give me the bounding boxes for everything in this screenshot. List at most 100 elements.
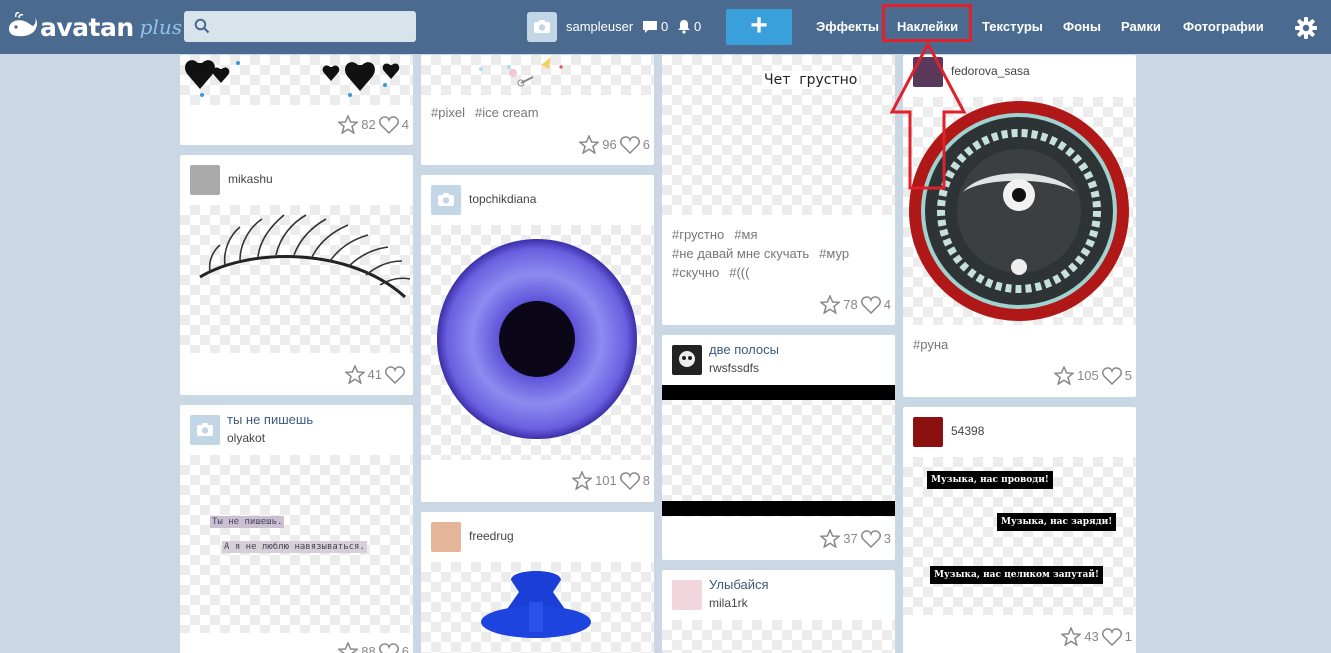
tag[interactable]: #скучно bbox=[672, 265, 719, 280]
star-icon[interactable] bbox=[344, 365, 365, 384]
card-stats: 105 5 bbox=[1054, 366, 1132, 385]
like-count: 3 bbox=[883, 531, 891, 546]
card-username[interactable]: mikashu bbox=[228, 172, 273, 186]
blue-iris-sticker bbox=[437, 239, 637, 439]
heart-icon[interactable] bbox=[378, 115, 399, 134]
like-count: 4 bbox=[401, 117, 409, 132]
card-stats: 78 4 bbox=[820, 295, 891, 314]
star-icon[interactable] bbox=[1061, 627, 1082, 646]
sticker-card[interactable]: topchikdiana 101 8 bbox=[421, 175, 654, 502]
star-icon[interactable] bbox=[820, 529, 841, 548]
tag[interactable]: #грустно bbox=[672, 227, 724, 242]
notifications-button[interactable]: 0 bbox=[677, 19, 701, 34]
sticker-card[interactable]: две полосы rwsfssdfs 37 3 bbox=[662, 335, 895, 560]
nav-backgrounds[interactable]: Фоны bbox=[1063, 0, 1101, 54]
black-hearts-sticker bbox=[185, 60, 400, 97]
sticker-card[interactable]: 54398 Музыка, нас проводи! Музыка, нас з… bbox=[903, 407, 1136, 653]
sticker-image[interactable] bbox=[180, 205, 413, 353]
card-title[interactable]: ты не пишешь bbox=[227, 412, 313, 427]
sticker-image[interactable] bbox=[421, 55, 654, 95]
star-icon[interactable] bbox=[820, 295, 841, 314]
sticker-card[interactable]: #pixel #ice cream 96 6 bbox=[421, 55, 654, 165]
tag[interactable]: #руна bbox=[913, 337, 948, 352]
nav-textures[interactable]: Текстуры bbox=[982, 0, 1043, 54]
card-username[interactable]: freedrug bbox=[469, 529, 514, 543]
star-icon[interactable] bbox=[572, 471, 593, 490]
card-username[interactable]: olyakot bbox=[227, 431, 265, 445]
tag[interactable]: #((( bbox=[729, 265, 749, 280]
star-icon[interactable] bbox=[338, 115, 359, 134]
star-count: 105 bbox=[1077, 368, 1099, 383]
heart-icon[interactable] bbox=[1101, 627, 1122, 646]
ice-cream-pixel-sticker bbox=[479, 57, 563, 87]
tag[interactable]: #мур bbox=[819, 246, 849, 261]
messages-button[interactable]: 0 bbox=[642, 19, 668, 34]
star-icon[interactable] bbox=[579, 135, 600, 154]
card-title[interactable]: две полосы bbox=[709, 342, 779, 357]
sticker-image[interactable] bbox=[662, 620, 895, 653]
heart-icon[interactable] bbox=[619, 471, 640, 490]
logo[interactable]: avatan plus bbox=[6, 10, 182, 44]
sticker-image[interactable] bbox=[421, 562, 654, 653]
user-avatar[interactable] bbox=[190, 165, 220, 195]
sticker-text: Музыка, нас целиком запутай! bbox=[930, 566, 1103, 584]
tag[interactable]: #ice cream bbox=[475, 105, 539, 120]
nav-frames[interactable]: Рамки bbox=[1121, 0, 1161, 54]
heart-icon[interactable] bbox=[860, 295, 881, 314]
sticker-card[interactable]: 82 4 bbox=[180, 55, 413, 145]
sticker-image[interactable] bbox=[662, 385, 895, 517]
tag[interactable]: #мя bbox=[734, 227, 757, 242]
star-count: 43 bbox=[1084, 629, 1099, 644]
sticker-image[interactable] bbox=[180, 55, 413, 105]
heart-icon[interactable] bbox=[378, 642, 399, 653]
like-count: 4 bbox=[883, 297, 891, 312]
user-avatar[interactable] bbox=[913, 417, 943, 447]
user-avatar[interactable] bbox=[527, 12, 557, 42]
card-stats: 82 4 bbox=[338, 115, 409, 134]
black-stripe-bottom bbox=[662, 501, 895, 516]
sticker-card[interactable]: freedrug bbox=[421, 512, 654, 653]
username[interactable]: sampleuser bbox=[566, 19, 633, 34]
card-username[interactable]: rwsfssdfs bbox=[709, 361, 759, 375]
card-tags: #грустно #мя #не давай мне скучать #мур #с… bbox=[672, 225, 892, 282]
nav-photos[interactable]: Фотографии bbox=[1183, 0, 1264, 54]
like-count: 6 bbox=[642, 137, 650, 152]
tag[interactable]: #не давай мне скучать bbox=[672, 246, 809, 261]
star-icon[interactable] bbox=[338, 642, 359, 653]
sticker-card[interactable]: ты не пишешь olyakot Ты не пишешь. А я н… bbox=[180, 405, 413, 653]
tag[interactable]: #pixel bbox=[431, 105, 465, 120]
notifications-count: 0 bbox=[694, 19, 702, 34]
add-button[interactable]: + bbox=[726, 9, 792, 45]
nav-effects[interactable]: Эффекты bbox=[816, 0, 879, 54]
heart-icon[interactable] bbox=[385, 365, 405, 384]
sticker-image[interactable]: Ты не пишешь. А я не люблю навязываться. bbox=[180, 455, 413, 633]
sticker-image[interactable]: Музыка, нас проводи! Музыка, нас заряди!… bbox=[903, 457, 1136, 615]
card-username[interactable]: topchikdiana bbox=[469, 192, 536, 206]
black-stripe-top bbox=[662, 385, 895, 400]
star-count: 41 bbox=[367, 367, 382, 382]
sticker-card[interactable]: Улыбайся mila1rk bbox=[662, 570, 895, 653]
sticker-text: А я не люблю навязываться. bbox=[222, 541, 367, 553]
heart-icon[interactable] bbox=[1101, 366, 1122, 385]
sticker-image[interactable]: Чет грустно bbox=[662, 55, 895, 215]
user-avatar[interactable] bbox=[431, 522, 461, 552]
sticker-card[interactable]: Чет грустно #грустно #мя #не давай мне ск… bbox=[662, 55, 895, 325]
card-username[interactable]: mila1rk bbox=[709, 596, 748, 610]
sticker-card[interactable]: mikashu 41 bbox=[180, 155, 413, 395]
heart-icon[interactable] bbox=[619, 135, 640, 154]
user-avatar[interactable] bbox=[431, 185, 461, 215]
card-username[interactable]: 54398 bbox=[951, 424, 984, 438]
search-icon bbox=[194, 18, 210, 34]
gear-icon[interactable] bbox=[1295, 17, 1317, 39]
heart-icon[interactable] bbox=[860, 529, 881, 548]
star-count: 101 bbox=[595, 473, 617, 488]
star-icon[interactable] bbox=[1054, 366, 1075, 385]
user-avatar[interactable] bbox=[190, 415, 220, 445]
search-input[interactable] bbox=[184, 11, 416, 42]
like-count: 6 bbox=[401, 644, 409, 653]
card-title[interactable]: Улыбайся bbox=[709, 577, 769, 592]
user-avatar[interactable] bbox=[672, 580, 702, 610]
sticker-image[interactable] bbox=[421, 225, 654, 460]
user-avatar[interactable] bbox=[672, 345, 702, 375]
sticker-text: Музыка, нас заряди! bbox=[997, 513, 1117, 531]
